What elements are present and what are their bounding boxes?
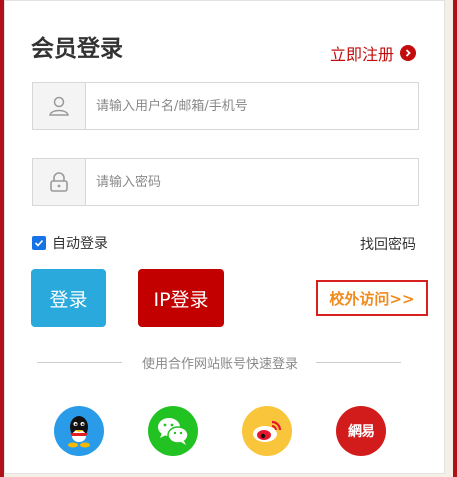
password-input[interactable] xyxy=(86,159,418,205)
page-title: 会员登录 xyxy=(31,36,123,62)
auto-login: 自动登录 xyxy=(32,233,108,253)
chevron-right-icon xyxy=(400,45,416,61)
password-field xyxy=(32,158,419,206)
register-link[interactable]: 立即注册 xyxy=(330,41,416,65)
divider-left xyxy=(37,362,122,363)
weibo-login-button[interactable] xyxy=(242,406,292,456)
auto-login-label[interactable]: 自动登录 xyxy=(52,233,108,253)
wechat-icon xyxy=(158,418,189,445)
username-input[interactable] xyxy=(86,83,418,129)
forgot-password-link[interactable]: 找回密码 xyxy=(360,234,416,254)
user-icon xyxy=(33,83,86,129)
qq-icon xyxy=(68,416,90,448)
login-panel: 会员登录 立即注册 自动登录 找回密码 登 xyxy=(4,0,445,474)
register-label: 立即注册 xyxy=(329,45,394,64)
wechat-login-button[interactable] xyxy=(148,406,198,456)
netease-login-button[interactable]: 網易 xyxy=(336,406,386,456)
divider-right xyxy=(316,362,401,363)
login-button[interactable]: 登录 xyxy=(31,269,106,327)
offsite-access-button[interactable]: 校外访问>> xyxy=(316,280,428,316)
partner-login-label: 使用合作网站账号快速登录 xyxy=(141,357,298,372)
ip-login-button[interactable]: IP登录 xyxy=(138,269,224,327)
netease-icon: 網易 xyxy=(348,424,375,440)
lock-icon xyxy=(33,159,86,205)
weibo-icon xyxy=(253,420,282,442)
qq-login-button[interactable] xyxy=(54,406,104,456)
auto-login-checkbox[interactable] xyxy=(32,236,46,250)
username-field xyxy=(32,82,419,130)
